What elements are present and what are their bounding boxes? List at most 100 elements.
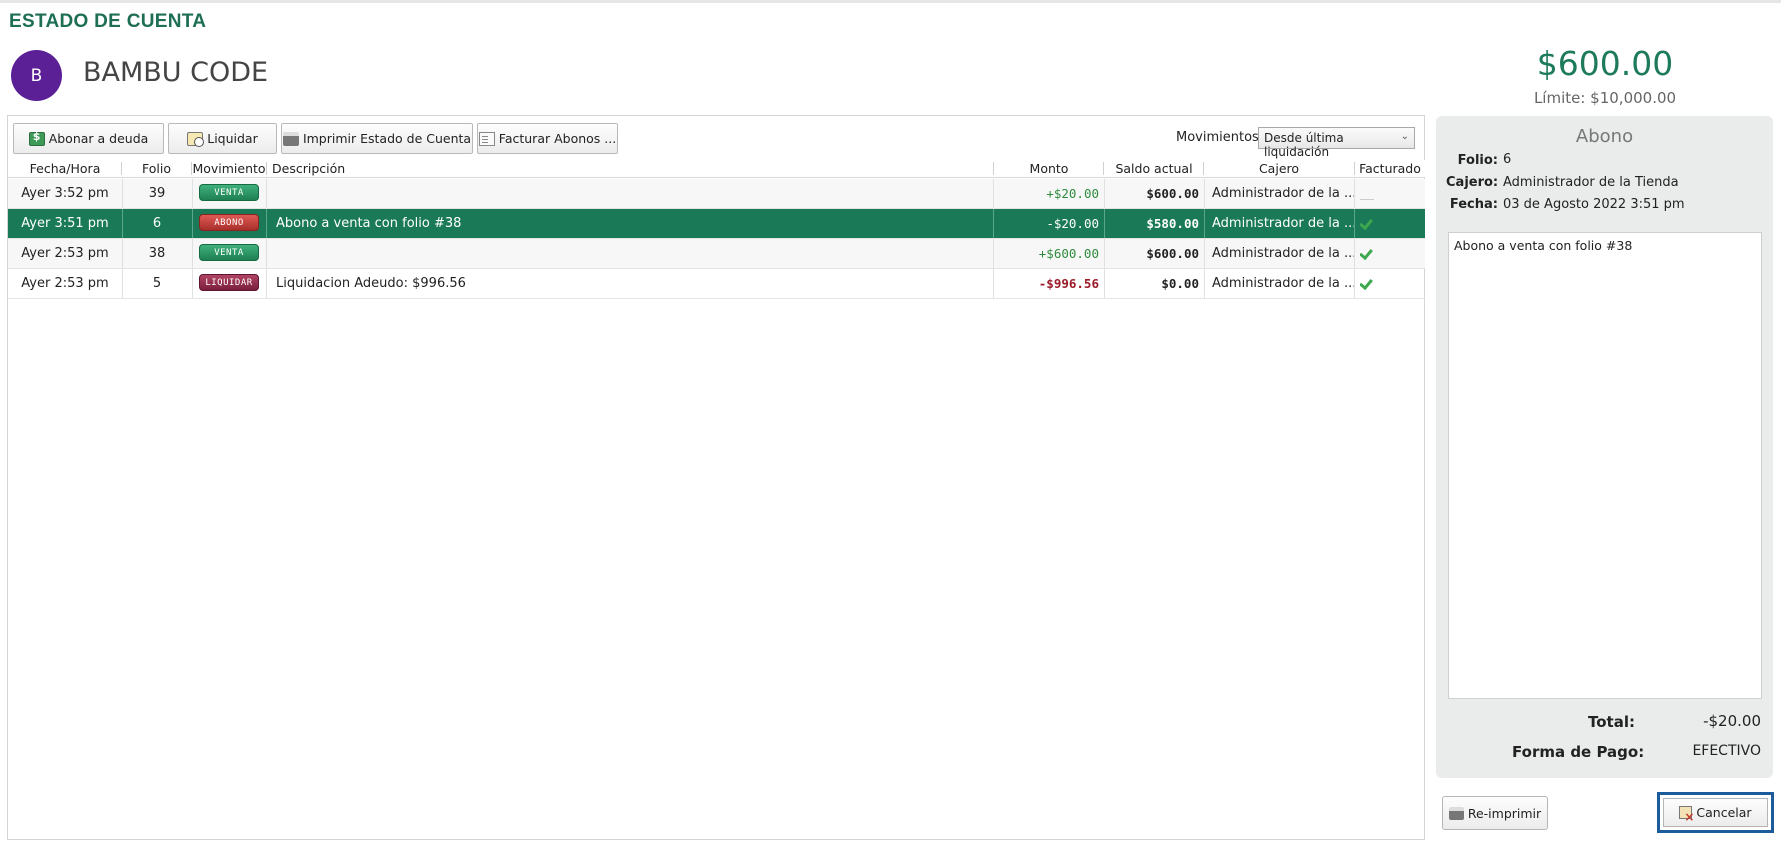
cell-folio: 39: [148, 186, 166, 201]
row-divider: [1354, 239, 1355, 268]
abonar-button[interactable]: Abonar a deuda: [13, 123, 164, 154]
cell-monto: +$600.00: [1038, 246, 1099, 261]
row-divider: [1354, 269, 1355, 298]
row-divider: [1354, 179, 1355, 208]
abonar-label: Abonar a deuda: [48, 131, 149, 146]
cell-movimiento: VENTA: [192, 239, 266, 268]
calendar-clock-icon: [187, 131, 205, 147]
cell-monto: -$20.00: [1046, 216, 1099, 231]
cell-cajero: Administrador de la ...: [1212, 246, 1354, 261]
cell-saldo: $0.00: [1161, 276, 1199, 291]
customer-name: BAMBU CODE: [83, 57, 269, 88]
balance-amount: $600.00: [1536, 44, 1674, 83]
cell-fecha: Ayer 2:53 pm: [21, 246, 109, 261]
col-descripcion[interactable]: Descripción: [272, 161, 372, 177]
cell-saldo: $580.00: [1146, 216, 1199, 231]
col-movimiento[interactable]: Movimiento: [192, 161, 266, 177]
cell-monto: +$20.00: [1046, 186, 1099, 201]
cell-folio: 5: [152, 276, 162, 291]
avatar: B: [11, 50, 62, 101]
liquidar-label: Liquidar: [207, 131, 258, 146]
cajero-label: Cajero:: [1446, 175, 1499, 190]
col-folio[interactable]: Folio: [122, 161, 191, 177]
cell-descripcion: Abono a venta con folio #38: [276, 216, 462, 231]
document-icon: [478, 131, 495, 146]
cell-facturado: [1360, 179, 1420, 208]
checkmark-icon: [1360, 248, 1374, 258]
money-icon: [28, 130, 45, 146]
facturar-label: Facturar Abonos ...: [498, 131, 617, 146]
not-invoiced-mark: [1360, 199, 1374, 200]
movimientos-label: Movimientos:: [1176, 130, 1264, 145]
cell-monto: -$996.56: [1038, 276, 1099, 291]
table-row-selected[interactable]: Ayer 3:51 pm 6 ABONO Abono a venta con f…: [8, 209, 1425, 239]
cell-cajero: Administrador de la ...: [1212, 186, 1354, 201]
row-divider: [266, 179, 267, 208]
table-row[interactable]: Ayer 3:52 pm 39 VENTA +$20.00 $600.00 Ad…: [8, 179, 1425, 209]
checkmark-icon: [1360, 218, 1374, 228]
table-row[interactable]: Ayer 2:53 pm 38 VENTA +$600.00 $600.00 A…: [8, 239, 1425, 269]
cell-cajero: Administrador de la ...: [1212, 216, 1354, 231]
movements-panel: Abonar a deuda Liquidar Imprimir Estado …: [7, 115, 1425, 840]
table-header: Fecha/Hora Folio Movimiento Descripción …: [8, 160, 1425, 178]
avatar-initial: B: [30, 65, 43, 86]
credit-limit: Límite: $10,000.00: [1533, 89, 1677, 107]
cell-descripcion: Liquidacion Adeudo: $996.56: [276, 276, 466, 291]
folio-value: 6: [1503, 152, 1512, 167]
col-fecha[interactable]: Fecha/Hora: [8, 161, 122, 177]
row-divider: [1204, 269, 1205, 298]
movimientos-value: Desde última liquidación: [1264, 131, 1344, 159]
forma-pago-value: EFECTIVO: [1692, 743, 1761, 759]
notes-textarea[interactable]: Abono a venta con folio #38: [1448, 232, 1762, 699]
folio-label: Folio:: [1457, 153, 1498, 168]
cell-movimiento: LIQUIDAR: [192, 269, 266, 298]
cell-cajero: Administrador de la ...: [1212, 276, 1354, 291]
cell-descripcion: [276, 179, 986, 208]
cancel-button[interactable]: Cancelar: [1663, 798, 1768, 827]
row-divider: [1204, 239, 1205, 268]
col-saldo[interactable]: Saldo actual: [1104, 161, 1204, 177]
col-facturado[interactable]: Facturado: [1355, 161, 1425, 177]
reimprimir-label: Re-imprimir: [1467, 805, 1542, 821]
cell-fecha: Ayer 3:52 pm: [21, 186, 109, 201]
printer-icon: [282, 131, 299, 146]
movimientos-select[interactable]: Desde última liquidación ⌄: [1258, 127, 1415, 159]
abono-badge: ABONO: [199, 214, 259, 231]
venta-badge: VENTA: [199, 184, 259, 201]
row-divider: [266, 239, 267, 268]
reimprimir-button[interactable]: Re-imprimir: [1442, 796, 1548, 830]
row-divider: [266, 269, 267, 298]
cell-facturado: [1360, 239, 1420, 268]
table-row[interactable]: Ayer 2:53 pm 5 LIQUIDAR Liquidacion Adeu…: [8, 269, 1425, 299]
row-divider: [1354, 209, 1355, 238]
venta-badge: VENTA: [199, 244, 259, 261]
checkmark-icon: [1360, 278, 1374, 288]
row-divider: [266, 209, 267, 238]
printer-icon: [1448, 806, 1464, 820]
toolbar: Abonar a deuda Liquidar Imprimir Estado …: [8, 116, 1424, 159]
forma-pago-label: Forma de Pago:: [1512, 743, 1645, 761]
cell-folio: 6: [152, 216, 162, 231]
row-divider: [1204, 209, 1205, 238]
fecha-value: 03 de Agosto 2022 3:51 pm: [1503, 197, 1685, 212]
cell-saldo: $600.00: [1146, 246, 1199, 261]
row-divider: [1204, 179, 1205, 208]
imprimir-estado-button[interactable]: Imprimir Estado de Cuenta: [281, 123, 473, 154]
cajero-value: Administrador de la Tienda: [1503, 175, 1679, 190]
col-cajero[interactable]: Cajero: [1204, 161, 1354, 177]
detail-title: Abono: [1575, 126, 1634, 147]
liquidar-badge: LIQUIDAR: [199, 274, 259, 291]
cell-saldo: $600.00: [1146, 186, 1199, 201]
cell-fecha: Ayer 2:53 pm: [21, 276, 109, 291]
cancel-label: Cancelar: [1696, 805, 1752, 820]
cancel-icon: [1679, 806, 1694, 824]
facturar-abonos-button[interactable]: Facturar Abonos ...: [477, 123, 618, 154]
cancel-button-focus-ring: Cancelar: [1657, 792, 1774, 833]
cell-descripcion: [276, 239, 986, 268]
total-value: -$20.00: [1703, 712, 1761, 730]
col-monto[interactable]: Monto: [994, 161, 1104, 177]
page-title: ESTADO DE CUENTA: [9, 11, 207, 32]
cell-movimiento: VENTA: [192, 179, 266, 208]
liquidar-button[interactable]: Liquidar: [168, 123, 277, 154]
detail-panel: Abono Folio: 6 Cajero: Administrador de …: [1436, 116, 1773, 778]
